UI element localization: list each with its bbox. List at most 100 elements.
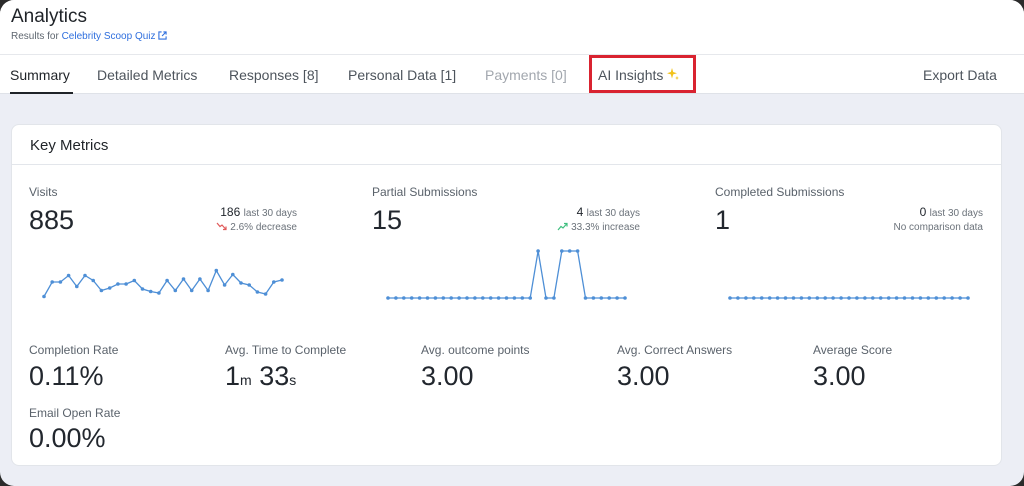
partial-submissions-value: 15: [372, 205, 403, 235]
partial-sparkline-point: [481, 296, 485, 300]
partial-sparkline-point: [496, 296, 501, 300]
avg-outcome-value: 3.00: [421, 361, 474, 391]
completed-sparkline-point: [744, 296, 748, 300]
partial-sparkline-point: [591, 296, 596, 300]
completed-sparkline-point: [958, 296, 962, 300]
completed-sparkline-point: [855, 296, 859, 300]
visits-sparkline-point: [148, 289, 153, 294]
avg-time-label: Avg. Time to Complete: [225, 343, 347, 357]
completed-change-text: No comparison data: [893, 222, 984, 233]
visits-sparkline-point: [239, 281, 243, 285]
completed-sparkline-point: [783, 296, 788, 300]
partial-sparkline-point: [544, 296, 548, 300]
visits-sparkline-point: [140, 287, 145, 291]
avg-time-seconds-unit: s: [289, 372, 297, 388]
quiz-link[interactable]: Celebrity Scoop Quiz: [62, 31, 167, 42]
tab-responses[interactable]: Responses [8]: [229, 67, 319, 83]
completed-sparkline-point: [966, 296, 970, 300]
visits-sparkline-point: [132, 278, 137, 283]
completed-sparkline-point: [791, 296, 796, 300]
partial-sparkline-point: [528, 296, 532, 300]
tab-payments: Payments [0]: [485, 67, 567, 83]
completed-sparkline-point: [950, 296, 954, 300]
page-header: Analytics Results for Celebrity Scoop Qu…: [0, 0, 1024, 54]
partial-sparkline-point: [394, 296, 398, 300]
visits-sparkline-point: [206, 288, 210, 293]
completed-sparkline-point: [736, 296, 740, 300]
partial-sparkline-point: [504, 296, 509, 300]
partial-sparkline-line: [388, 250, 625, 299]
partial-submissions-trend: 4 last 30 days 33.3% increase: [557, 205, 640, 233]
partial-sparkline-point: [536, 249, 540, 253]
completed-sparkline-point: [934, 296, 939, 300]
partial-sparkline-point: [457, 296, 461, 300]
highlight-annotation: [589, 55, 696, 93]
partial-sparkline-point: [615, 296, 619, 300]
visits-sparkline-point: [50, 280, 54, 284]
completed-submissions-value: 1: [715, 205, 731, 235]
visits-sparkline-point: [107, 286, 112, 290]
partial-sparkline-point: [417, 296, 422, 300]
partial-sparkline-point: [465, 296, 469, 300]
partial-sparkline-point: [425, 296, 430, 300]
avg-time-seconds: 33: [259, 361, 290, 391]
completion-rate-value: 0.11%: [29, 361, 104, 391]
partial-sparkline-point: [433, 296, 438, 300]
tab-export-data[interactable]: Export Data: [923, 67, 997, 83]
trend-up-icon: [557, 222, 568, 231]
visits-sparkline-point: [247, 283, 251, 287]
avg-correct-label: Avg. Correct Answers: [617, 343, 733, 357]
completed-sparkline-point: [918, 296, 923, 300]
visits-sparkline-line: [43, 269, 283, 297]
visits-sparkline-point: [181, 277, 186, 281]
completed-submissions-label: Completed Submissions: [715, 185, 845, 199]
avg-time-minutes: 1: [225, 361, 241, 391]
completed-recent-count: 0: [919, 205, 927, 219]
completed-sparkline-point: [871, 296, 875, 300]
completed-sparkline-point: [767, 296, 772, 300]
partial-submissions-label: Partial Submissions: [372, 185, 478, 199]
tab-personal-data[interactable]: Personal Data [1]: [348, 67, 456, 83]
completed-sparkline-point: [839, 296, 843, 300]
visits-sparkline-point: [255, 290, 260, 294]
tab-bar: Summary Detailed Metrics Responses [8] P…: [0, 54, 1024, 94]
visits-sparkline-point: [66, 273, 71, 278]
partial-sparkline-point: [583, 296, 588, 300]
page-subtitle: Results for Celebrity Scoop Quiz: [11, 31, 167, 42]
partial-change-text: 33.3% increase: [571, 222, 640, 233]
completed-sparkline-point: [847, 296, 851, 300]
visits-sparkline-point: [272, 280, 276, 284]
visits-sparkline-point: [263, 292, 268, 296]
email-open-rate-label: Email Open Rate: [29, 406, 121, 420]
key-metrics-card: Key Metrics Visits 885 186 last 30 days …: [11, 124, 1002, 466]
visits-sparkline-point: [198, 277, 202, 281]
completed-sparkline-point: [863, 296, 867, 300]
partial-sparkline-point: [409, 296, 414, 300]
avg-correct-value: 3.00: [617, 361, 670, 391]
avg-time-minutes-unit: m: [240, 372, 252, 388]
tab-summary[interactable]: Summary: [10, 67, 70, 83]
app-frame: Analytics Results for Celebrity Scoop Qu…: [0, 0, 1024, 486]
partial-recent-label: last 30 days: [586, 208, 640, 219]
completed-sparkline-point: [759, 296, 764, 300]
partial-sparkline-point: [512, 296, 517, 300]
completed-sparkline-point: [728, 296, 732, 300]
visits-sparkline-point: [124, 282, 128, 286]
partial-sparkline-point: [520, 296, 525, 300]
visits-sparkline-point: [173, 288, 178, 293]
completed-sparkline-point: [894, 296, 899, 300]
visits-sparkline-point: [189, 288, 194, 293]
visits-sparkline-point: [42, 294, 46, 299]
external-link-icon: [157, 31, 167, 40]
visits-sparkline-point: [165, 278, 169, 283]
partial-sparkline-point: [623, 296, 627, 300]
visits-sparkline-point: [222, 283, 227, 287]
completion-rate-label: Completion Rate: [29, 343, 119, 357]
completed-sparkline-point: [815, 296, 820, 300]
visits-sparkline-point: [83, 273, 87, 278]
completed-recent-label: last 30 days: [929, 208, 983, 219]
tab-detailed-metrics[interactable]: Detailed Metrics: [97, 67, 197, 83]
visits-sparkline-point: [157, 291, 161, 295]
partial-sparkline-point: [402, 296, 406, 300]
visits-sparkline: [42, 249, 970, 300]
